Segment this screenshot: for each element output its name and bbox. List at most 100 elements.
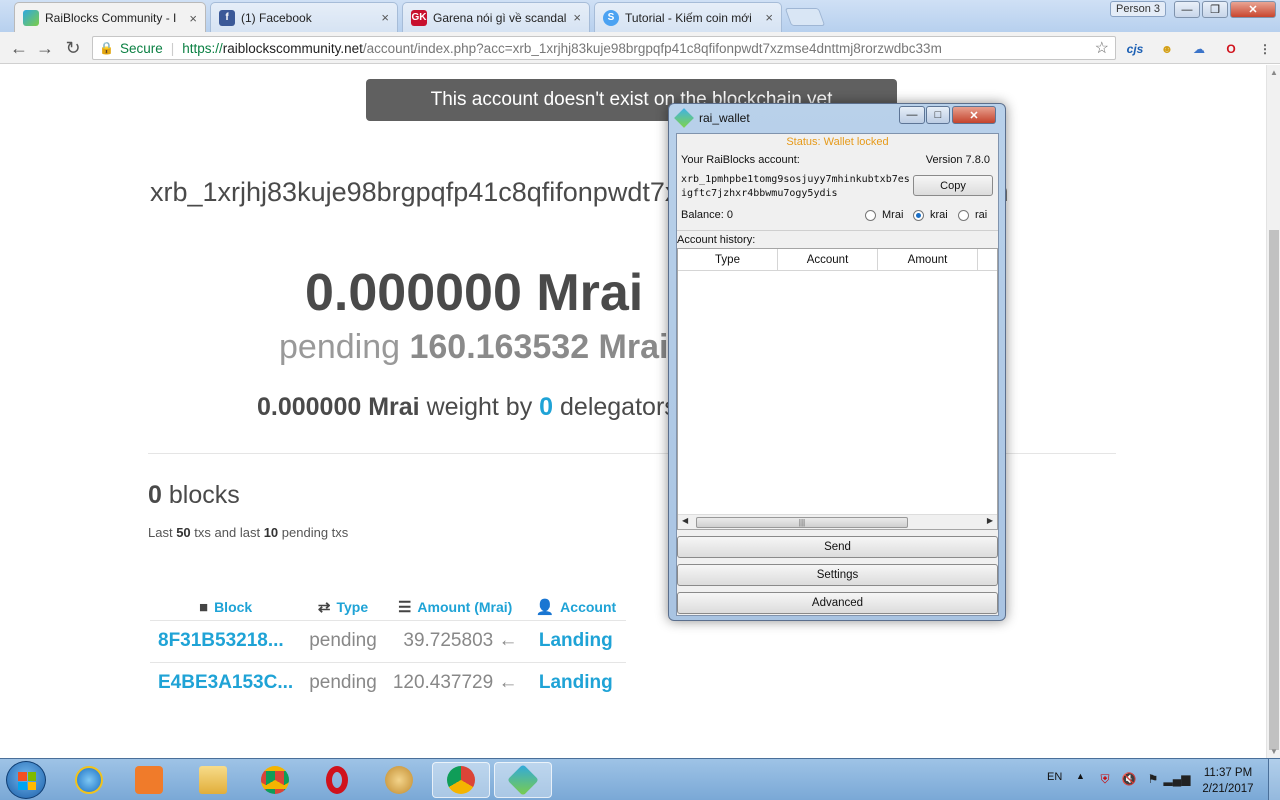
tx-amount: 39.725803 ← — [384, 619, 526, 662]
wallet-titlebar[interactable]: rai_wallet — □ ✕ — [669, 104, 1005, 132]
media-player-icon[interactable] — [120, 762, 178, 798]
rai-wallet-icon[interactable] — [494, 762, 552, 798]
wallet-minimize-button[interactable]: — — [899, 106, 925, 124]
back-arrow-icon[interactable]: ← — [8, 37, 30, 59]
forward-arrow-icon[interactable]: → — [34, 37, 56, 59]
pending-balance: pending 160.163532 Mrai — [279, 328, 668, 367]
send-button[interactable]: Send — [677, 536, 998, 558]
balance: 0.000000 Mrai — [305, 264, 644, 322]
weight-value: 0.000000 Mrai — [257, 393, 420, 421]
blocks-number: 0 — [148, 481, 162, 509]
chrome-profile-icon[interactable] — [432, 762, 490, 798]
bookmark-star-icon[interactable]: ☆ — [1095, 38, 1109, 58]
delegators-count-link[interactable]: 0 — [539, 393, 553, 421]
action-center-flag-icon[interactable]: ⚑ — [1146, 772, 1160, 786]
clock-date: 2/21/2017 — [1202, 783, 1254, 795]
volume-muted-icon[interactable]: 🔇 — [1122, 772, 1137, 786]
close-icon[interactable]: × — [573, 10, 581, 25]
cloud-icon[interactable]: ☁ — [1190, 40, 1208, 58]
wallet-close-button[interactable]: ✕ — [952, 106, 996, 124]
weight-by-label: weight by — [426, 393, 533, 421]
tab-tutorial[interactable]: S Tutorial - Kiếm coin mới × — [594, 2, 782, 32]
table-header-row: ■ Block ⇄ Type ☰ Amount (Mrai) 👤 Account — [150, 580, 626, 620]
maximize-button[interactable]: ❐ — [1202, 1, 1228, 18]
cube-icon: ■ — [199, 598, 209, 616]
scroll-down-arrow-icon[interactable]: ▼ — [1267, 744, 1280, 758]
transactions-table: ■ Block ⇄ Type ☰ Amount (Mrai) 👤 Account 8F3… — [150, 580, 627, 704]
browser-toolbar: ← → ↻ 🔒 Secure | https:// raiblockscommu… — [0, 32, 1280, 64]
unit-radio-rai[interactable]: rai — [958, 209, 987, 221]
opera-icon[interactable] — [308, 762, 366, 798]
tab-title: Garena nói gì về scandal — [433, 10, 567, 25]
extension-icon[interactable]: ☻ — [1158, 40, 1176, 58]
settings-button[interactable]: Settings — [677, 564, 998, 586]
show-hidden-icons-arrow-icon[interactable]: ▲ — [1076, 771, 1085, 781]
tx-amount: 120.437729 ← — [384, 661, 526, 704]
history-column-amount[interactable]: Amount — [878, 249, 978, 270]
wallet-client-area: Status: Wallet locked Your RaiBlocks acc… — [676, 133, 999, 616]
scrollbar-thumb[interactable]: ||| — [696, 517, 908, 528]
tab-title: Tutorial - Kiếm coin mới — [625, 10, 752, 25]
history-column-type[interactable]: Type — [678, 249, 778, 270]
chrome-icon[interactable] — [246, 762, 304, 798]
menu-kebab-icon[interactable]: ⋮ — [1256, 40, 1274, 58]
profile-badge[interactable]: Person 3 — [1110, 1, 1166, 17]
tx-type: pending — [301, 661, 385, 704]
history-column-account[interactable]: Account — [778, 249, 878, 270]
onion-icon[interactable] — [370, 762, 428, 798]
network-signal-icon[interactable]: ▂▄▆ — [1164, 772, 1191, 786]
rai-wallet-window: rai_wallet — □ ✕ Status: Wallet locked Y… — [668, 103, 1006, 621]
start-button[interactable] — [6, 761, 46, 799]
cjs-icon[interactable]: cjs — [1126, 40, 1144, 58]
column-header-block: ■ Block — [150, 580, 301, 620]
radio-label: Mrai — [882, 209, 904, 221]
pending-value: 160.163532 Mrai — [409, 328, 669, 366]
account-link[interactable]: Landing — [525, 661, 627, 704]
scroll-right-arrow-icon[interactable]: ▶ — [987, 516, 993, 525]
pending-label: pending — [279, 328, 401, 366]
your-account-label: Your RaiBlocks account: — [681, 154, 800, 166]
scroll-left-arrow-icon[interactable]: ◀ — [682, 516, 688, 525]
security-tray-icon[interactable]: ⛨ — [1098, 772, 1112, 786]
page-scrollbar[interactable]: ▲ ▼ — [1266, 65, 1280, 758]
minimize-button[interactable]: — — [1174, 1, 1200, 18]
account-history-table[interactable]: Type Account Amount ◀ ||| ▶ — [677, 248, 998, 530]
new-tab-button[interactable] — [784, 8, 826, 26]
radio-button[interactable] — [865, 209, 876, 221]
language-indicator[interactable]: EN — [1047, 771, 1062, 783]
copy-button[interactable]: Copy — [913, 175, 993, 196]
tab-raiblocks[interactable]: RaiBlocks Community - I × — [14, 2, 206, 33]
close-icon[interactable]: × — [765, 10, 773, 25]
tab-facebook[interactable]: f (1) Facebook × — [210, 2, 398, 32]
wallet-title: rai_wallet — [699, 111, 750, 125]
block-hash-link[interactable]: E4BE3A153C... — [150, 661, 302, 704]
history-horizontal-scrollbar[interactable]: ◀ ||| ▶ — [678, 514, 997, 529]
close-icon[interactable]: × — [189, 11, 197, 26]
close-icon[interactable]: × — [381, 10, 389, 25]
wallet-maximize-button[interactable]: □ — [926, 106, 950, 124]
radio-button-selected[interactable] — [913, 209, 924, 221]
advanced-button[interactable]: Advanced — [677, 592, 998, 614]
block-hash-link[interactable]: 8F31B53218... — [150, 619, 302, 662]
scroll-up-arrow-icon[interactable]: ▲ — [1267, 65, 1280, 79]
clock[interactable]: 11:37 PM 2/21/2017 — [1196, 765, 1260, 797]
column-label: Amount (Mrai) — [417, 598, 513, 615]
opera-icon[interactable]: O — [1222, 40, 1240, 58]
show-desktop-button[interactable] — [1268, 759, 1280, 800]
address-bar[interactable]: 🔒 Secure | https:// raiblockscommunity.n… — [92, 36, 1116, 60]
reload-icon[interactable]: ↻ — [62, 37, 84, 59]
version-label: Version 7.8.0 — [925, 154, 990, 166]
windows-logo-icon — [18, 772, 36, 790]
unit-radio-mrai[interactable]: Mrai — [865, 209, 903, 221]
tab-garena[interactable]: GK Garena nói gì về scandal × — [402, 2, 590, 32]
ie-icon[interactable] — [60, 762, 118, 798]
lock-icon: 🔒 — [99, 41, 114, 55]
account-link[interactable]: Landing — [525, 619, 627, 662]
unit-radio-krai[interactable]: krai — [913, 209, 948, 221]
scrollbar-thumb[interactable] — [1269, 230, 1279, 750]
close-window-button[interactable]: ✕ — [1230, 1, 1276, 18]
file-explorer-icon[interactable] — [184, 762, 242, 798]
radio-label: krai — [930, 209, 948, 221]
radio-button[interactable] — [958, 209, 969, 221]
column-label: Block — [214, 598, 253, 615]
